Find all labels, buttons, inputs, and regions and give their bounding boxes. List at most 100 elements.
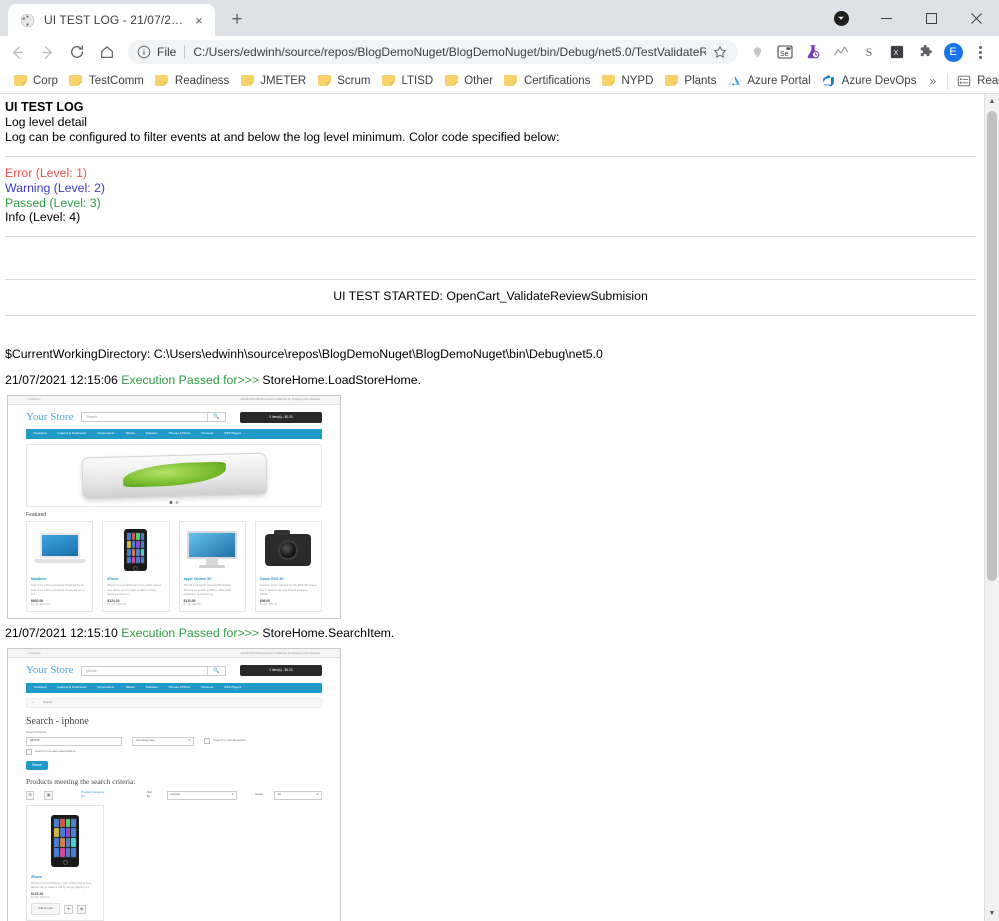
bookmark-certifications[interactable]: Certifications bbox=[499, 70, 596, 92]
close-icon[interactable]: × bbox=[191, 12, 207, 28]
compare-icon[interactable]: ⇆ bbox=[77, 904, 87, 914]
add-to-cart-button[interactable]: Add to Cart bbox=[31, 903, 61, 916]
puzzle-icon[interactable] bbox=[912, 39, 938, 65]
oc-nav-item[interactable]: Components bbox=[97, 432, 114, 436]
bookmarks-overflow-icon[interactable]: » bbox=[922, 74, 943, 88]
pin-drop-icon[interactable] bbox=[744, 39, 770, 65]
minimize-button[interactable] bbox=[864, 0, 909, 36]
bookmark-testcomm[interactable]: TestComm bbox=[64, 70, 150, 92]
oc-sort-select[interactable]: Default ▾ bbox=[166, 790, 238, 800]
oc-topbar-links[interactable]: Call 000 000 000 My Account ▾ Wish List … bbox=[240, 398, 320, 401]
oc-nav-item[interactable]: Software bbox=[146, 685, 158, 690]
home-icon[interactable] bbox=[92, 38, 122, 66]
page-scrollbar[interactable]: ▲ ▼ bbox=[984, 94, 999, 921]
list-view-icon[interactable]: ☰ bbox=[26, 790, 35, 800]
close-window-button[interactable] bbox=[954, 0, 999, 36]
oc-nav-item[interactable]: Phones & PDAs bbox=[169, 685, 191, 690]
chart-line-icon[interactable] bbox=[828, 39, 854, 65]
address-bar[interactable]: File C:/Users/edwinh/source/repos/BlogDe… bbox=[128, 40, 738, 64]
bookmark-nypd[interactable]: NYPD bbox=[596, 70, 659, 92]
carousel-dots[interactable] bbox=[169, 501, 179, 505]
oc-nav-item[interactable]: MP3 Players bbox=[224, 432, 241, 436]
oc-category-select[interactable]: All Categories ▾ bbox=[132, 736, 194, 746]
tab-ui-test-log[interactable]: UI TEST LOG - 21/07/2021 × bbox=[8, 4, 215, 36]
oc-search-input[interactable]: iphone 🔍 bbox=[81, 665, 226, 676]
maximize-button[interactable] bbox=[909, 0, 954, 36]
bookmark-azure-devops[interactable]: Azure DevOps bbox=[817, 70, 923, 92]
oc-nav-item[interactable]: Desktops bbox=[34, 685, 47, 690]
search-icon[interactable]: 🔍 bbox=[207, 665, 226, 676]
product-card[interactable]: Apple Cinema 30" The 30-inch Apple Cinem… bbox=[178, 521, 246, 613]
info-circle-icon[interactable] bbox=[136, 45, 151, 60]
oc-nav-item[interactable]: Tablets bbox=[125, 432, 135, 436]
scroll-down-button[interactable]: ▼ bbox=[985, 906, 999, 921]
screenshot-store-home[interactable]: Currency ▾ Call 000 000 000 My Account ▾… bbox=[7, 394, 341, 620]
bookmark-readiness[interactable]: Readiness bbox=[150, 70, 235, 92]
bookmark-scrum[interactable]: Scrum bbox=[312, 70, 376, 92]
reading-list-button[interactable]: Reading list bbox=[952, 70, 999, 92]
oc-cart-button[interactable]: 0 item(s) - $0.00 bbox=[240, 411, 322, 423]
flask-icon[interactable] bbox=[800, 39, 826, 65]
selenium-icon[interactable]: Se bbox=[772, 39, 798, 65]
oc-search-input[interactable]: Search 🔍 bbox=[81, 412, 226, 423]
bookmark-other[interactable]: Other bbox=[439, 70, 499, 92]
oc-keyword-input[interactable]: iphone bbox=[26, 736, 122, 746]
new-tab-button[interactable]: + bbox=[223, 6, 251, 34]
oc-logo[interactable]: Your Store bbox=[26, 411, 73, 424]
letter-s-icon[interactable]: S bbox=[856, 39, 882, 65]
oc-currency[interactable]: Currency ▾ bbox=[28, 652, 41, 655]
bookmark-azure-portal[interactable]: Azure Portal bbox=[722, 70, 816, 92]
product-name[interactable]: iPhone bbox=[31, 875, 99, 879]
product-name[interactable]: Canon EOS 5D bbox=[260, 577, 317, 581]
oc-nav-item[interactable]: Cameras bbox=[201, 685, 213, 690]
oc-descriptions-checkbox[interactable]: Search in product descriptions bbox=[26, 749, 322, 755]
oc-topbar-links[interactable]: Call 000 000 000 My Account ▾ Wish List … bbox=[240, 652, 320, 655]
product-name[interactable]: iPhone bbox=[107, 577, 164, 581]
reload-icon[interactable] bbox=[62, 38, 92, 66]
bookmark-jmeter[interactable]: JMETER bbox=[235, 70, 312, 92]
oc-nav-item[interactable]: Laptops & Notebooks bbox=[58, 432, 87, 436]
scrollbar-thumb[interactable] bbox=[987, 111, 997, 581]
bookmark-star-icon[interactable] bbox=[712, 44, 728, 60]
bookmark-ltisd[interactable]: LTISD bbox=[376, 70, 439, 92]
browser-menu-icon[interactable] bbox=[967, 39, 993, 65]
wishlist-icon[interactable]: ♥ bbox=[64, 904, 74, 914]
product-name[interactable]: MacBook bbox=[31, 577, 88, 581]
search-icon[interactable]: 🔍 bbox=[207, 412, 226, 423]
oc-search-button[interactable]: Search bbox=[26, 760, 49, 771]
oc-nav-item[interactable]: Components bbox=[97, 685, 114, 690]
bookmark-plants[interactable]: Plants bbox=[659, 70, 722, 92]
oc-currency[interactable]: Currency ▾ bbox=[28, 398, 41, 401]
entry-status: Execution Passed for>>> bbox=[121, 626, 259, 641]
scrollbar-track[interactable] bbox=[985, 109, 999, 906]
product-name[interactable]: Apple Cinema 30" bbox=[184, 577, 241, 581]
bookmark-corp[interactable]: Corp bbox=[8, 70, 64, 92]
download-indicator-icon[interactable] bbox=[828, 0, 854, 36]
oc-nav-item[interactable]: Phones & PDAs bbox=[169, 432, 191, 436]
home-icon[interactable]: ⌂ bbox=[32, 700, 34, 705]
oc-nav-item[interactable]: MP3 Players bbox=[224, 685, 241, 690]
oc-cart-button[interactable]: 0 item(s) - $0.00 bbox=[240, 665, 322, 677]
oc-nav-item[interactable]: Laptops & Notebooks bbox=[58, 685, 87, 690]
scroll-up-button[interactable]: ▲ bbox=[985, 94, 999, 109]
oc-compare-link[interactable]: Product Compare (0) bbox=[81, 790, 107, 798]
product-card[interactable]: MacBook Intel Core 2 Duo processor Power… bbox=[26, 521, 94, 613]
profile-avatar[interactable]: E bbox=[940, 39, 966, 65]
oc-nav-item[interactable]: Tablets bbox=[125, 685, 135, 690]
product-card[interactable]: iPhone iPhone is a revolutionary new mob… bbox=[26, 804, 104, 921]
back-icon[interactable] bbox=[2, 38, 32, 66]
product-card[interactable]: Canon EOS 5D Canon's press material for … bbox=[254, 521, 322, 613]
oc-subcategories-checkbox[interactable]: Search in subcategories bbox=[204, 738, 245, 744]
oc-nav-item[interactable]: Cameras bbox=[201, 432, 213, 436]
oc-nav-item[interactable]: Desktops bbox=[34, 432, 47, 436]
grid-view-icon[interactable]: ▣ bbox=[44, 790, 53, 800]
oc-logo[interactable]: Your Store bbox=[26, 664, 73, 677]
oc-carousel[interactable] bbox=[26, 444, 322, 508]
breadcrumb-search[interactable]: Search bbox=[43, 700, 53, 705]
product-card[interactable]: iPhone iPhone is a revolutionary new mob… bbox=[102, 521, 170, 613]
screenshot-search-results[interactable]: Currency ▾ Call 000 000 000 My Account ▾… bbox=[7, 648, 341, 921]
excel-icon[interactable]: X bbox=[884, 39, 910, 65]
oc-show-select[interactable]: 10 ▾ bbox=[273, 790, 323, 800]
oc-nav-item[interactable]: Software bbox=[146, 432, 158, 436]
forward-icon[interactable] bbox=[32, 38, 62, 66]
